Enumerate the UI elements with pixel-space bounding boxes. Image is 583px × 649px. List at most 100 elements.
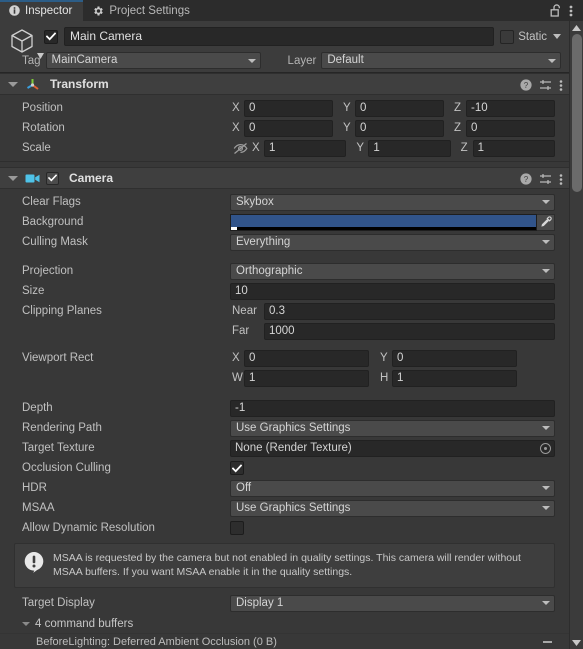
axis-x-label: X (232, 102, 240, 114)
preset-sliders-icon[interactable] (539, 173, 552, 185)
gear-icon (92, 5, 104, 17)
viewport-h-label: H (380, 372, 389, 384)
projection-row: Projection Orthographic (0, 262, 569, 280)
clipping-far-input[interactable]: 1000 (264, 322, 555, 340)
camera-foldout-icon[interactable] (8, 175, 18, 181)
static-checkbox[interactable] (500, 29, 515, 44)
viewport-rect-xy-row: Viewport Rect X 0 Y 0 (0, 349, 569, 367)
transform-scale-y-input[interactable]: 1 (368, 139, 451, 157)
target-display-dropdown[interactable]: Display 1 (230, 594, 555, 612)
clipping-near-label: Near (232, 305, 257, 317)
tab-inspector[interactable]: Inspector (0, 0, 84, 21)
transform-axis-icon (24, 77, 40, 92)
chevron-down-icon (548, 58, 556, 63)
background-row: Background (0, 213, 569, 231)
allow-dynamic-resolution-label: Allow Dynamic Resolution (22, 522, 155, 534)
transform-foldout-icon[interactable] (8, 81, 18, 87)
tab-project-settings[interactable]: Project Settings (83, 0, 201, 21)
hdr-label: HDR (22, 482, 47, 494)
transform-scale-x-input[interactable]: 1 (264, 139, 347, 157)
camera-title: Camera (69, 171, 114, 185)
command-buffers-foldout[interactable]: 4 command buffers (0, 615, 569, 633)
help-icon[interactable]: ? (520, 173, 532, 185)
msaa-dropdown[interactable]: Use Graphics Settings (230, 499, 555, 517)
occlusion-culling-label: Occlusion Culling (22, 462, 111, 474)
scroll-up-arrow-icon[interactable] (570, 21, 583, 34)
depth-input[interactable]: -1 (230, 399, 555, 417)
constrained-proportions-off-icon[interactable] (230, 142, 250, 155)
culling-mask-dropdown[interactable]: Everything (230, 233, 555, 251)
command-buffer-label: BeforeLighting: Deferred Ambient Occlusi… (36, 636, 277, 648)
gameobject-enabled-checkbox[interactable] (44, 29, 58, 44)
transform-rotation-label: Rotation (22, 122, 65, 134)
help-icon[interactable]: ? (520, 79, 532, 91)
clear-flags-dropdown[interactable]: Skybox (230, 193, 555, 211)
gameobject-name-input[interactable]: Main Camera (64, 27, 495, 46)
layer-value: Default (327, 54, 364, 66)
transform-rotation-z-input[interactable]: 0 (466, 119, 555, 137)
background-color-field[interactable] (230, 213, 555, 231)
chevron-down-icon (542, 426, 550, 430)
command-buffers-foldout-icon[interactable] (22, 622, 30, 626)
layer-dropdown[interactable]: Default (321, 52, 561, 69)
transform-rotation-x-input[interactable]: 0 (244, 119, 333, 137)
padlock-open-icon[interactable] (547, 0, 563, 21)
axis-z-label: Z (454, 122, 462, 134)
chevron-down-icon (542, 506, 550, 510)
tag-value: MainCamera (51, 54, 118, 66)
kebab-menu-icon[interactable] (559, 173, 563, 186)
rendering-path-dropdown[interactable]: Use Graphics Settings (230, 419, 555, 437)
occlusion-culling-row: Occlusion Culling (0, 459, 569, 477)
object-picker-icon[interactable] (540, 442, 551, 454)
target-display-label: Target Display (22, 597, 95, 609)
hdr-value: Off (236, 481, 252, 494)
transform-position-y-input[interactable]: 0 (355, 99, 444, 117)
inspector-content: Main Camera Static Tag MainCamera Layer (0, 21, 569, 649)
projection-dropdown[interactable]: Orthographic (230, 262, 555, 280)
chevron-down-icon (542, 486, 550, 490)
eyedropper-icon[interactable] (537, 213, 555, 231)
transform-rotation-y-input[interactable]: 0 (355, 119, 444, 137)
viewport-x-input[interactable]: 0 (244, 349, 369, 367)
target-display-row: Target Display Display 1 (0, 594, 569, 612)
static-dropdown-chevron-down-icon[interactable] (551, 34, 563, 39)
rendering-path-value: Use Graphics Settings (236, 421, 351, 434)
scrollbar-thumb[interactable] (572, 34, 582, 192)
scrollbar-track[interactable] (572, 34, 582, 636)
axis-x-label: X (232, 122, 240, 134)
size-input[interactable]: 10 (230, 282, 555, 300)
clear-flags-label: Clear Flags (22, 196, 81, 208)
kebab-menu-icon[interactable] (564, 0, 578, 21)
culling-mask-value: Everything (236, 235, 291, 248)
viewport-w-input[interactable]: 1 (244, 369, 369, 387)
occlusion-culling-checkbox[interactable] (230, 461, 244, 475)
camera-component-body: Clear Flags Skybox Background Culling Ma… (0, 189, 569, 649)
msaa-label: MSAA (22, 502, 55, 514)
hdr-dropdown[interactable]: Off (230, 479, 555, 497)
camera-component-header[interactable]: Camera ? (0, 167, 569, 189)
minus-icon[interactable] (541, 636, 553, 648)
allow-dynamic-resolution-checkbox[interactable] (230, 521, 244, 535)
target-texture-object-field[interactable]: None (Render Texture) (230, 439, 555, 457)
preset-sliders-icon[interactable] (539, 79, 552, 91)
transform-scale-z-input[interactable]: 1 (472, 139, 555, 157)
tag-dropdown[interactable]: MainCamera (45, 52, 261, 69)
scroll-down-arrow-icon[interactable] (570, 636, 583, 649)
transform-component-header[interactable]: Transform ? (0, 73, 569, 95)
camera-enabled-checkbox[interactable] (46, 171, 59, 185)
transform-position-z-input[interactable]: -10 (466, 99, 555, 117)
viewport-y-input[interactable]: 0 (392, 349, 517, 367)
inspector-scrollbar[interactable] (569, 21, 583, 649)
tab-inspector-label: Inspector (25, 4, 73, 17)
target-texture-row: Target Texture None (Render Texture) (0, 439, 569, 457)
culling-mask-row: Culling Mask Everything (0, 233, 569, 251)
transform-header-actions: ? (520, 74, 563, 96)
background-color-swatch[interactable] (230, 213, 537, 231)
kebab-menu-icon[interactable] (559, 79, 563, 92)
command-buffer-item: BeforeLighting: Deferred Ambient Occlusi… (0, 633, 569, 649)
gameobject-name-row: Main Camera Static (44, 27, 563, 46)
hdr-row: HDR Off (0, 479, 569, 497)
transform-position-x-input[interactable]: 0 (244, 99, 333, 117)
viewport-h-input[interactable]: 1 (392, 369, 517, 387)
clipping-near-input[interactable]: 0.3 (264, 302, 555, 320)
